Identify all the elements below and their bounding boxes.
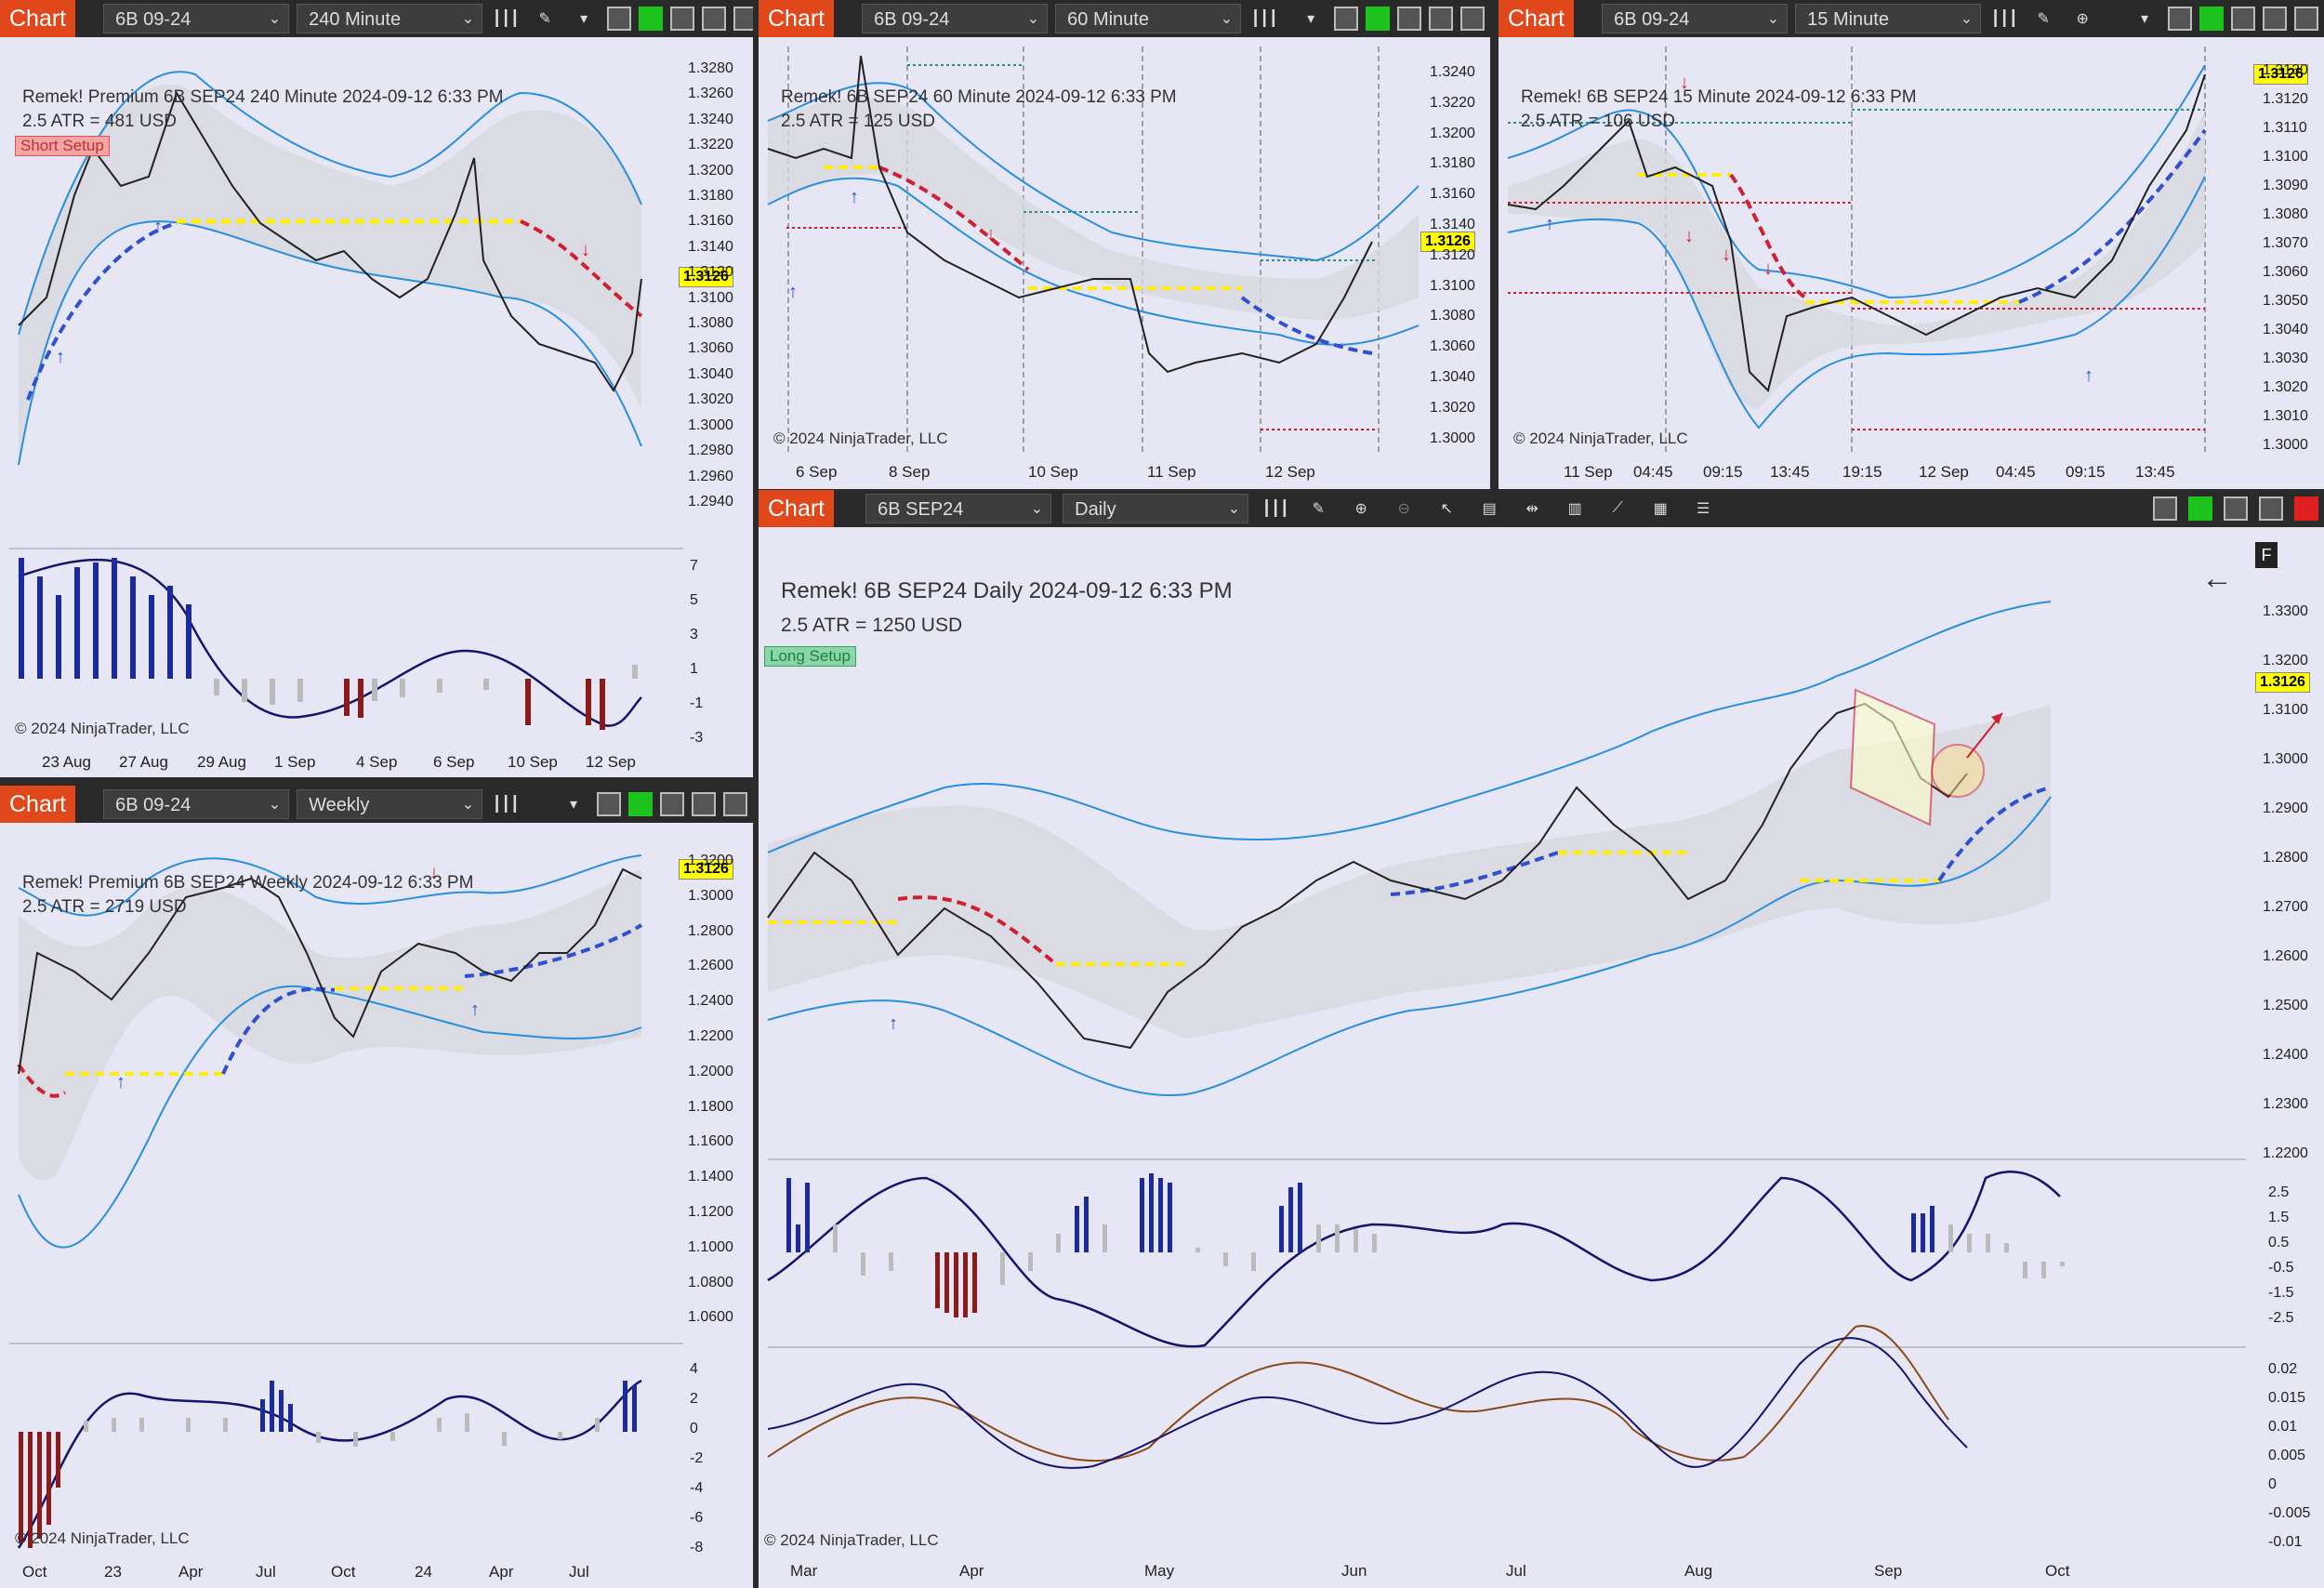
back-arrow-icon[interactable]: ←: [2201, 561, 2233, 597]
svg-text:↑: ↑: [56, 347, 65, 367]
chart-window-60min: Chart 6B 09-24 ⌄ 60 Minute ⌄ ┃┃┃ ▾ ↑ ↑ ↓ R…: [759, 0, 1490, 489]
chart-window-240min: Chart 6B 09-24 ⌄ 240 Minute ⌄ ┃┃┃ ✎ ▾ ↑ ↑ …: [0, 0, 753, 777]
svg-text:↓: ↓: [581, 240, 590, 260]
atr-label: 2.5 ATR = 106 USD: [1521, 112, 1675, 131]
atr-label: 2.5 ATR = 2719 USD: [22, 897, 187, 917]
oscillator-axis[interactable]: 7 5 3 1 -1 -3: [690, 549, 703, 755]
svg-text:↓: ↓: [1722, 245, 1731, 265]
chart-graphics[interactable]: ↑ ↑ ↓: [759, 0, 1490, 489]
atr-label: 2.5 ATR = 481 USD: [22, 112, 177, 131]
price-axis[interactable]: 1.3240 1.3220 1.3200 1.3180 1.3160 1.3140 1.31…: [1430, 58, 1475, 454]
oscillator2-axis[interactable]: 0.02 0.015 0.01 0.005 0 -0.005 -0.01: [2268, 1355, 2310, 1556]
svg-text:↑: ↑: [470, 999, 480, 1020]
price-axis[interactable]: 1.3280 1.3260 1.3240 1.3220 1.3200 1.3180 1.31…: [688, 56, 733, 514]
svg-text:↑: ↑: [116, 1072, 125, 1092]
chart-title: Remek! 6B SEP24 Daily 2024-09-12 6:33 PM: [781, 578, 1233, 603]
chart-title: Remek! 6B SEP24 60 Minute 2024-09-12 6:3…: [781, 87, 1177, 107]
svg-text:↓: ↓: [1684, 226, 1694, 246]
price-axis[interactable]: 1.3300 1.3200 1.3100 1.3000 1.2900 1.2800 1.27…: [2263, 587, 2308, 1178]
svg-text:↑: ↑: [889, 1013, 898, 1034]
setup-badge: Short Setup: [15, 136, 110, 156]
chart-title: Remek! Premium 6B SEP24 Weekly 2024-09-1…: [22, 873, 474, 893]
atr-label: 2.5 ATR = 1250 USD: [781, 615, 963, 636]
copyright-text: © 2024 NinjaTrader, LLC: [15, 720, 190, 737]
svg-text:↑: ↑: [788, 282, 798, 302]
svg-text:↓: ↓: [986, 224, 996, 245]
copyright-text: © 2024 NinjaTrader, LLC: [15, 1529, 190, 1547]
copyright-text: © 2024 NinjaTrader, LLC: [764, 1531, 939, 1549]
setup-badge: Long Setup: [764, 646, 856, 667]
price-axis[interactable]: 1.3200 1.3000 1.2800 1.2600 1.2400 1.2200 1.20…: [688, 843, 733, 1335]
svg-text:↑: ↑: [850, 187, 859, 207]
chart-title: Remek! Premium 6B SEP24 240 Minute 2024-…: [22, 87, 504, 107]
chart-graphics[interactable]: ↑ ↑ ↓ ↓ ↓ ↓: [1499, 0, 2324, 489]
oscillator-axis[interactable]: 2.5 1.5 0.5 -0.5 -1.5 -2.5: [2268, 1180, 2294, 1330]
f-button[interactable]: F: [2255, 542, 2278, 568]
oscillator-axis[interactable]: 4 2 0 -2 -4 -6 -8: [690, 1355, 703, 1563]
svg-text:↑: ↑: [1545, 214, 1554, 234]
atr-label: 2.5 ATR = 125 USD: [781, 112, 935, 131]
copyright-text: © 2024 NinjaTrader, LLC: [1513, 430, 1688, 447]
svg-text:↑: ↑: [2084, 365, 2093, 386]
price-axis[interactable]: 1.3130 1.3120 1.3110 1.3100 1.3090 1.3080 1.30…: [2263, 56, 2308, 459]
chart-graphics[interactable]: ↑: [759, 490, 2324, 1588]
svg-text:↓: ↓: [1763, 258, 1773, 279]
copyright-text: © 2024 NinjaTrader, LLC: [773, 430, 948, 447]
chart-window-15min: Chart 6B 09-24 ⌄ 15 Minute ⌄ ┃┃┃ ✎ ⊕ ▾ ↑ ↑…: [1499, 0, 2324, 489]
chart-window-daily: Chart 6B SEP24 ⌄ Daily ⌄ ┃┃┃ ✎ ⊕ ⊖ ↖ ▤ ⇹ ▥…: [759, 490, 2324, 1588]
chart-window-weekly: Chart 6B 09-24 ⌄ Weekly ⌄ ┃┃┃ ▾ ↑ ↑ ↓ Reme…: [0, 786, 753, 1588]
chart-title: Remek! 6B SEP24 15 Minute 2024-09-12 6:3…: [1521, 87, 1917, 107]
svg-text:↑: ↑: [153, 217, 163, 237]
